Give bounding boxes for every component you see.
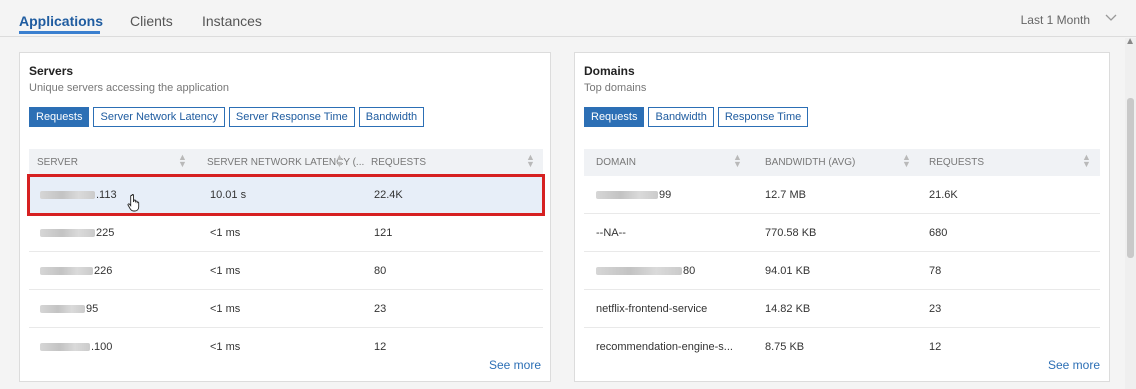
server-cell: 226 — [40, 265, 112, 277]
table-row[interactable]: 99 12.7 MB 21.6K — [584, 176, 1100, 214]
domain-cell: recommendation-engine-s... — [596, 341, 733, 353]
latency-cell: <1 ms — [210, 265, 241, 277]
scroll-up-icon[interactable]: ▲ — [1125, 36, 1135, 47]
bandwidth-cell: 770.58 KB — [765, 227, 817, 239]
column-header-server[interactable]: SERVER — [37, 157, 78, 168]
server-cell: .100 — [40, 341, 112, 353]
redacted-text — [40, 343, 90, 352]
domain-cell: --NA-- — [596, 227, 626, 239]
requests-button[interactable]: Requests — [584, 107, 645, 127]
redacted-text — [40, 191, 95, 200]
requests-cell: 121 — [374, 227, 393, 239]
tab-applications[interactable]: Applications — [19, 13, 103, 29]
card-title: Domains — [584, 64, 635, 78]
table-row[interactable]: .100 <1 ms 12 — [29, 328, 543, 366]
table-header: SERVER ▲ ▼ SERVER NETWORK LATENCY (... ▲ ▼… — [29, 149, 543, 176]
card-subtitle: Unique servers accessing the application — [29, 82, 229, 94]
sort-icon[interactable]: ▲ ▼ — [1082, 153, 1091, 169]
redacted-text — [40, 229, 95, 238]
latency-cell: 10.01 s — [210, 189, 247, 201]
requests-cell: 23 — [374, 303, 387, 315]
latency-cell: <1 ms — [210, 227, 241, 239]
table-row[interactable]: --NA-- 770.58 KB 680 — [584, 214, 1100, 252]
servers-card: Servers Unique servers accessing the app… — [19, 52, 551, 382]
server-value: .113 — [96, 189, 117, 201]
server-cell: 95 — [40, 303, 98, 315]
bandwidth-cell: 94.01 KB — [765, 265, 811, 277]
table-row[interactable]: 80 94.01 KB 78 — [584, 252, 1100, 290]
tab-clients[interactable]: Clients — [130, 13, 173, 29]
domain-cell: 99 — [596, 189, 671, 201]
sort-icon[interactable]: ▲ ▼ — [335, 153, 344, 169]
server-value: 226 — [94, 265, 113, 277]
server-cell: 225 — [40, 227, 114, 239]
table-row[interactable]: .113 10.01 s 22.4K — [27, 174, 545, 216]
requests-cell: 78 — [929, 265, 942, 277]
sort-icon[interactable]: ▲ ▼ — [526, 153, 535, 169]
requests-cell: 80 — [374, 265, 387, 277]
hand-cursor-icon — [127, 194, 140, 212]
server-network-latency-button[interactable]: Server Network Latency — [93, 107, 225, 127]
domains-card: Domains Top domains Requests Bandwidth R… — [574, 52, 1110, 382]
see-more-link[interactable]: See more — [489, 358, 541, 372]
bandwidth-cell: 14.82 KB — [765, 303, 811, 315]
metric-toggle-group: Requests Server Network Latency Server R… — [29, 107, 425, 127]
scrollbar-thumb[interactable] — [1127, 98, 1134, 258]
column-header-requests[interactable]: REQUESTS — [929, 157, 984, 168]
sort-icon[interactable]: ▲ ▼ — [733, 153, 742, 169]
latency-cell: <1 ms — [210, 303, 241, 315]
requests-cell: 23 — [929, 303, 942, 315]
table-header: DOMAIN ▲ ▼ BANDWIDTH (AVG) ▲ ▼ REQUESTS ▲ ▼ — [584, 149, 1100, 176]
column-header-domain[interactable]: DOMAIN — [596, 157, 636, 168]
tab-instances[interactable]: Instances — [202, 13, 262, 29]
table-row[interactable]: 95 <1 ms 23 — [29, 290, 543, 328]
servers-table: SERVER ▲ ▼ SERVER NETWORK LATENCY (... ▲ ▼… — [27, 149, 545, 366]
domain-value: 80 — [683, 265, 696, 277]
server-value: 225 — [96, 227, 115, 239]
server-value: .100 — [91, 341, 113, 353]
redacted-text — [596, 267, 682, 276]
column-header-requests[interactable]: REQUESTS — [371, 157, 426, 168]
bandwidth-cell: 12.7 MB — [765, 189, 806, 201]
redacted-text — [596, 191, 658, 200]
active-tab-underline — [19, 31, 100, 34]
metric-toggle-group: Requests Bandwidth Response Time — [584, 107, 809, 127]
server-cell: .113 — [40, 189, 117, 201]
card-subtitle: Top domains — [584, 82, 647, 94]
server-response-time-button[interactable]: Server Response Time — [228, 107, 355, 127]
sort-icon[interactable]: ▲ ▼ — [178, 153, 187, 169]
redacted-text — [40, 267, 93, 276]
latency-cell: <1 ms — [210, 341, 241, 353]
table-row[interactable]: 225 <1 ms 121 — [29, 214, 543, 252]
top-tab-bar: Applications Clients Instances Last 1 Mo… — [0, 0, 1136, 37]
requests-cell: 680 — [929, 227, 948, 239]
domain-cell: netflix-frontend-service — [596, 303, 708, 315]
domains-table: DOMAIN ▲ ▼ BANDWIDTH (AVG) ▲ ▼ REQUESTS ▲ ▼… — [584, 149, 1100, 366]
requests-cell: 12 — [374, 341, 387, 353]
bandwidth-cell: 8.75 KB — [765, 341, 805, 353]
table-row[interactable]: netflix-frontend-service 14.82 KB 23 — [584, 290, 1100, 328]
column-header-bandwidth[interactable]: BANDWIDTH (AVG) — [765, 157, 855, 168]
time-range-select[interactable]: Last 1 Month — [1021, 13, 1090, 27]
response-time-button[interactable]: Response Time — [717, 107, 809, 127]
domain-cell: 80 — [596, 265, 695, 277]
server-value: 95 — [86, 303, 99, 315]
see-more-link[interactable]: See more — [1048, 358, 1100, 372]
bandwidth-button[interactable]: Bandwidth — [358, 107, 425, 127]
table-row[interactable]: 226 <1 ms 80 — [29, 252, 543, 290]
table-row[interactable]: recommendation-engine-s... 8.75 KB 12 — [584, 328, 1100, 366]
chevron-down-icon[interactable] — [1104, 10, 1118, 24]
requests-cell: 12 — [929, 341, 942, 353]
requests-cell: 22.4K — [374, 189, 403, 201]
bandwidth-button[interactable]: Bandwidth — [648, 107, 714, 127]
card-title: Servers — [29, 64, 74, 78]
requests-cell: 21.6K — [929, 189, 958, 201]
domain-value: 99 — [659, 189, 672, 201]
sort-icon[interactable]: ▲ ▼ — [902, 153, 911, 169]
redacted-text — [40, 305, 85, 314]
requests-button[interactable]: Requests — [29, 107, 90, 127]
